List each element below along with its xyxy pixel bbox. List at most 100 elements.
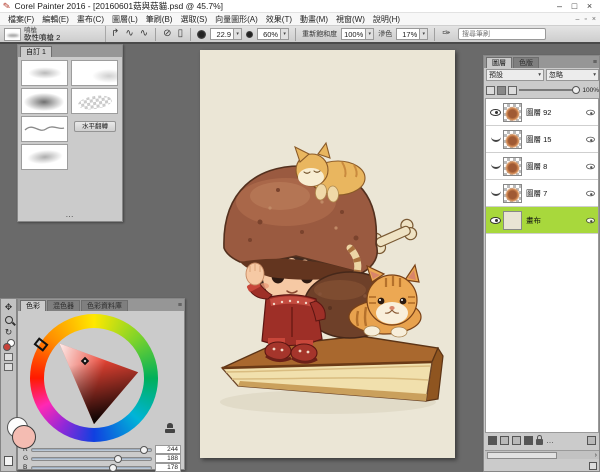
visibility-eye-icon[interactable]	[490, 216, 501, 224]
tab-channels[interactable]: 色版	[513, 57, 539, 68]
visibility-eye-closed-icon[interactable]	[490, 191, 501, 196]
green-slider[interactable]	[31, 454, 152, 463]
layers-panel-menu-icon[interactable]: ≡	[593, 57, 597, 68]
layer-attribute-eye-icon[interactable]	[586, 136, 595, 142]
brush-preset-4[interactable]	[71, 88, 118, 114]
layer-adjuster-icon[interactable]	[524, 435, 533, 445]
clone-color-icon[interactable]	[164, 423, 176, 435]
menu-layers[interactable]: 圖層(L)	[108, 14, 142, 25]
hue-ring[interactable]	[30, 314, 158, 442]
composite-depth-dropdown[interactable]: 忽略 ▾	[546, 69, 599, 81]
layer-row-8[interactable]: 圖層 8	[486, 153, 598, 180]
brush-search-input[interactable]	[458, 28, 546, 40]
close-button[interactable]: ×	[582, 0, 597, 12]
menu-movie[interactable]: 動畫(M)	[296, 14, 332, 25]
tab-color-sets[interactable]: 色彩資料庫	[81, 300, 128, 311]
paper-selector-icon[interactable]	[4, 353, 13, 361]
panel-resize-grip[interactable]	[589, 462, 597, 470]
layer-opacity-slider[interactable]	[519, 86, 581, 94]
layer-row-canvas[interactable]: 畫布	[486, 207, 598, 234]
layer-opacity-handle[interactable]	[572, 86, 581, 94]
minimize-button[interactable]: –	[552, 0, 567, 12]
grabber-tool-icon[interactable]: ✥	[2, 301, 15, 313]
menu-effects[interactable]: 效果(T)	[262, 14, 296, 25]
menu-select[interactable]: 選取(S)	[176, 14, 211, 25]
doc-minimize-button[interactable]: –	[576, 16, 580, 23]
tab-mixer[interactable]: 混色器	[47, 300, 80, 311]
layer-attribute-eye-icon[interactable]	[586, 109, 595, 115]
commands-overflow-dots[interactable]: …	[546, 436, 555, 445]
blue-value[interactable]: 178	[155, 463, 181, 472]
brush-selector[interactable]: 噴槍 軟性噴槍 2	[4, 26, 106, 42]
color-selector-icon[interactable]	[2, 339, 15, 351]
delete-layer-icon[interactable]	[587, 435, 596, 445]
blue-slider[interactable]	[31, 463, 152, 472]
custom-palette-tab[interactable]: 自訂 1	[20, 46, 52, 57]
dynamic-plugins-icon[interactable]	[488, 435, 497, 445]
new-layer-icon[interactable]	[500, 435, 509, 445]
maximize-button[interactable]: □	[567, 0, 582, 12]
brush-preset-1[interactable]	[21, 60, 68, 86]
menu-brushes[interactable]: 筆刷(B)	[142, 14, 177, 25]
menu-file[interactable]: 檔案(F)	[4, 14, 38, 25]
color-panel-menu-icon[interactable]: ≡	[178, 300, 182, 311]
document-canvas[interactable]	[200, 50, 455, 458]
quick-view-icon[interactable]	[4, 456, 13, 466]
layer-link-icon[interactable]	[508, 85, 517, 95]
tab-color[interactable]: 色彩	[20, 300, 46, 311]
stroke-jitter-icon[interactable]: ∿	[139, 27, 149, 41]
composite-method-dropdown[interactable]: 預設 ▾	[486, 69, 544, 81]
pattern-selector-icon[interactable]	[4, 363, 13, 371]
main-color-swatch[interactable]	[12, 425, 36, 449]
layer-row-7[interactable]: 圖層 7	[486, 180, 598, 207]
rotate-page-tool-icon[interactable]: ↻	[2, 326, 15, 338]
new-layer-mask-icon[interactable]	[512, 435, 521, 445]
scrollbar-thumb[interactable]	[487, 451, 557, 459]
layer-attribute-eye-icon[interactable]	[586, 217, 595, 223]
bleed-spinner-arrow[interactable]: ▾	[419, 29, 428, 39]
brush-preset-6[interactable]	[21, 144, 68, 170]
tab-layers[interactable]: 圖層	[486, 57, 512, 68]
magnifier-tool-icon[interactable]	[4, 316, 13, 324]
red-value[interactable]: 244	[155, 445, 181, 454]
scroll-right-arrow[interactable]: ›	[595, 452, 599, 459]
resat-stepper[interactable]: 100% ▾	[341, 28, 375, 40]
layer-row-92[interactable]: 圖層 92	[486, 99, 598, 126]
green-value[interactable]: 188	[155, 454, 181, 463]
green-slider-handle[interactable]	[114, 454, 123, 463]
preserve-transparency-icon[interactable]	[486, 85, 495, 95]
brush-calibration-icon[interactable]: ↱	[110, 27, 120, 41]
advanced-brush-icon[interactable]: ✑	[441, 27, 451, 41]
layer-attribute-eye-icon[interactable]	[586, 190, 595, 196]
visibility-eye-closed-icon[interactable]	[490, 137, 501, 142]
brush-size-stepper[interactable]: 22.9 ▾	[210, 28, 243, 40]
hue-marker[interactable]	[33, 337, 49, 352]
eraser-mode-icon[interactable]: ⊘	[162, 27, 172, 41]
visibility-eye-closed-icon[interactable]	[490, 164, 501, 169]
doc-close-button[interactable]: ×	[592, 16, 596, 23]
brush-preset-2[interactable]	[71, 60, 118, 86]
layer-attribute-eye-icon[interactable]	[586, 163, 595, 169]
resat-spinner-arrow[interactable]: ▾	[365, 29, 374, 39]
brush-size-spinner-arrow[interactable]: ▾	[233, 29, 242, 39]
brush-preset-3[interactable]	[21, 88, 68, 114]
lock-layer-icon[interactable]	[536, 434, 543, 445]
menu-canvas[interactable]: 畫布(C)	[73, 14, 108, 25]
layer-row-15[interactable]: 圖層 15	[486, 126, 598, 153]
horizontal-flip-button[interactable]: 水平翻轉	[74, 121, 116, 132]
opacity-spinner-arrow[interactable]: ▾	[280, 29, 289, 39]
bleed-stepper[interactable]: 17% ▾	[396, 28, 429, 40]
palette-resize-dots[interactable]: ⋯	[18, 213, 122, 221]
red-slider-handle[interactable]	[140, 445, 149, 454]
brush-preset-5[interactable]	[21, 116, 68, 142]
menu-window[interactable]: 視窗(W)	[332, 14, 369, 25]
stroke-style-icon[interactable]: ∿	[124, 27, 134, 41]
layers-horizontal-scrollbar[interactable]: ›	[485, 450, 599, 459]
opacity-stepper[interactable]: 60% ▾	[257, 28, 290, 40]
pickup-underlying-icon[interactable]	[497, 85, 506, 95]
blue-slider-handle[interactable]	[109, 463, 118, 472]
menu-edit[interactable]: 編輯(E)	[38, 14, 73, 25]
paper-icon[interactable]: ▯	[177, 27, 185, 41]
menu-help[interactable]: 說明(H)	[369, 14, 404, 25]
menu-shapes[interactable]: 向量圖形(A)	[211, 14, 262, 25]
